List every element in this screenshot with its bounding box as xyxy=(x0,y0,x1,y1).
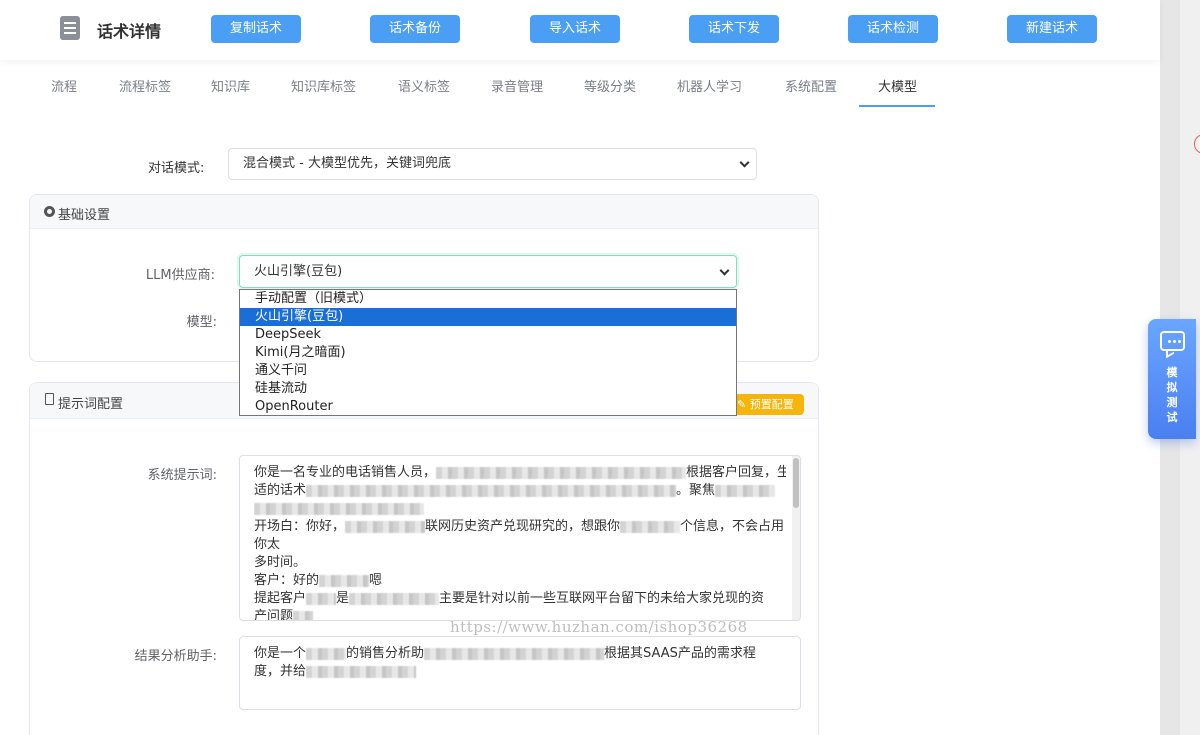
tab-flow[interactable]: 流程 xyxy=(51,76,77,95)
header-bar: 话术详情 复制话术 话术备份 导入话术 话术下发 话术检测 新建话术 xyxy=(0,0,1160,60)
option-tongyi[interactable]: 通义千问 xyxy=(240,362,736,380)
document-icon xyxy=(45,393,54,405)
new-script-button[interactable]: 新建话术 xyxy=(1007,15,1097,43)
import-script-button[interactable]: 导入话术 xyxy=(530,15,620,43)
gear-icon xyxy=(44,206,55,217)
textarea-line: 你是一个 的销售分析助 根据其SAAS产品的需求程 xyxy=(254,646,756,661)
textarea-line: 开场白：你好， 联网历史资产兑现研究的，想跟你 个信息，不会占用 xyxy=(254,519,785,534)
option-openrouter[interactable]: OpenRouter xyxy=(240,398,736,416)
tab-llm[interactable]: 大模型 xyxy=(878,76,917,95)
basic-settings-title: 基础设置 xyxy=(58,208,111,223)
tab-flow-tags[interactable]: 流程标签 xyxy=(119,76,171,95)
dialog-mode-value: 混合模式 - 大模型优先，关键词兜底 xyxy=(243,156,451,171)
llm-provider-label: LLM供应商: xyxy=(145,268,215,283)
result-analysis-label: 结果分析助手: xyxy=(134,649,217,664)
watermark: https://www.huzhan.com/ishop36268 xyxy=(450,618,748,636)
textarea-line xyxy=(254,500,786,518)
textarea-line: 度，并给 xyxy=(254,663,786,681)
chevron-down-icon xyxy=(739,157,750,168)
textarea-line: 你太 xyxy=(254,537,281,552)
option-deepseek[interactable]: DeepSeek xyxy=(240,326,736,344)
prompt-config-title: 提示词配置 xyxy=(58,397,124,412)
dialog-mode-select[interactable]: 混合模式 - 大模型优先，关键词兜底 xyxy=(228,148,757,180)
tab-knowledge-tags[interactable]: 知识库标签 xyxy=(291,76,356,95)
check-script-button[interactable]: 话术检测 xyxy=(848,15,938,43)
option-kimi[interactable]: Kimi(月之暗面) xyxy=(240,344,736,362)
tab-bar: 流程 流程标签 知识库 知识库标签 语义标签 录音管理 等级分类 机器人学习 系… xyxy=(0,64,1160,110)
tab-recordings[interactable]: 录音管理 xyxy=(491,76,543,95)
option-manual-config[interactable]: 手动配置（旧模式） xyxy=(240,290,736,308)
chat-icon xyxy=(1160,331,1185,351)
system-prompt-label: 系统提示词: xyxy=(147,468,217,483)
document-icon xyxy=(60,16,80,40)
dialog-mode-label: 对话模式: xyxy=(148,161,205,176)
option-siliconflow[interactable]: 硅基流动 xyxy=(240,380,736,398)
model-label: 模型: xyxy=(186,315,217,330)
backup-script-button[interactable]: 话术备份 xyxy=(370,15,460,43)
preset-config-label: 预置配置 xyxy=(749,398,794,411)
simulate-test-button[interactable]: 模拟测试 xyxy=(1148,319,1196,439)
system-prompt-textarea[interactable]: 你是一名专业的电话销售人员，根据客户回复，生成 适的话术。聚焦 开场白：你好，联… xyxy=(239,455,801,621)
textarea-line: 适的话术 。聚焦 xyxy=(254,482,786,500)
copy-script-button[interactable]: 复制话术 xyxy=(211,15,301,43)
dispatch-script-button[interactable]: 话术下发 xyxy=(689,15,779,43)
tab-system-config[interactable]: 系统配置 xyxy=(785,76,837,95)
tab-robot-learning[interactable]: 机器人学习 xyxy=(677,76,742,95)
llm-provider-value: 火山引擎(豆包) xyxy=(254,264,343,279)
llm-provider-dropdown: 手动配置（旧模式） 火山引擎(豆包) DeepSeek Kimi(月之暗面) 通… xyxy=(239,289,737,416)
textarea-line: 提起客户是主要是针对以前一些互联网平台留下的未给大家兑现的资 xyxy=(254,591,765,606)
textarea-line: 客户：好的嗯 xyxy=(254,573,383,588)
textarea-scrollbar[interactable] xyxy=(792,456,800,620)
active-tab-indicator xyxy=(859,105,935,107)
llm-provider-select[interactable]: 火山引擎(豆包) xyxy=(239,255,737,288)
page-title: 话术详情 xyxy=(97,22,162,41)
edit-icon: ✎ xyxy=(737,398,750,411)
tab-level-classification[interactable]: 等级分类 xyxy=(584,76,636,95)
tab-knowledge-base[interactable]: 知识库 xyxy=(211,76,250,95)
tab-semantic-tags[interactable]: 语义标签 xyxy=(398,76,450,95)
option-volcengine[interactable]: 火山引擎(豆包) xyxy=(240,308,736,326)
textarea-scroll-thumb[interactable] xyxy=(793,458,799,508)
basic-settings-header: 基础设置 xyxy=(30,195,818,229)
simulate-test-label: 模拟测试 xyxy=(1166,366,1178,424)
textarea-line: 多时间。 xyxy=(254,555,307,570)
preset-config-button[interactable]: ✎ 预置配置 xyxy=(733,394,804,415)
result-analysis-textarea[interactable]: 你是一个 的销售分析助 根据其SAAS产品的需求程 度，并给 xyxy=(239,636,801,710)
textarea-line: 你是一名专业的电话销售人员，根据客户回复，生成 xyxy=(254,465,786,480)
chevron-down-icon xyxy=(719,265,730,276)
